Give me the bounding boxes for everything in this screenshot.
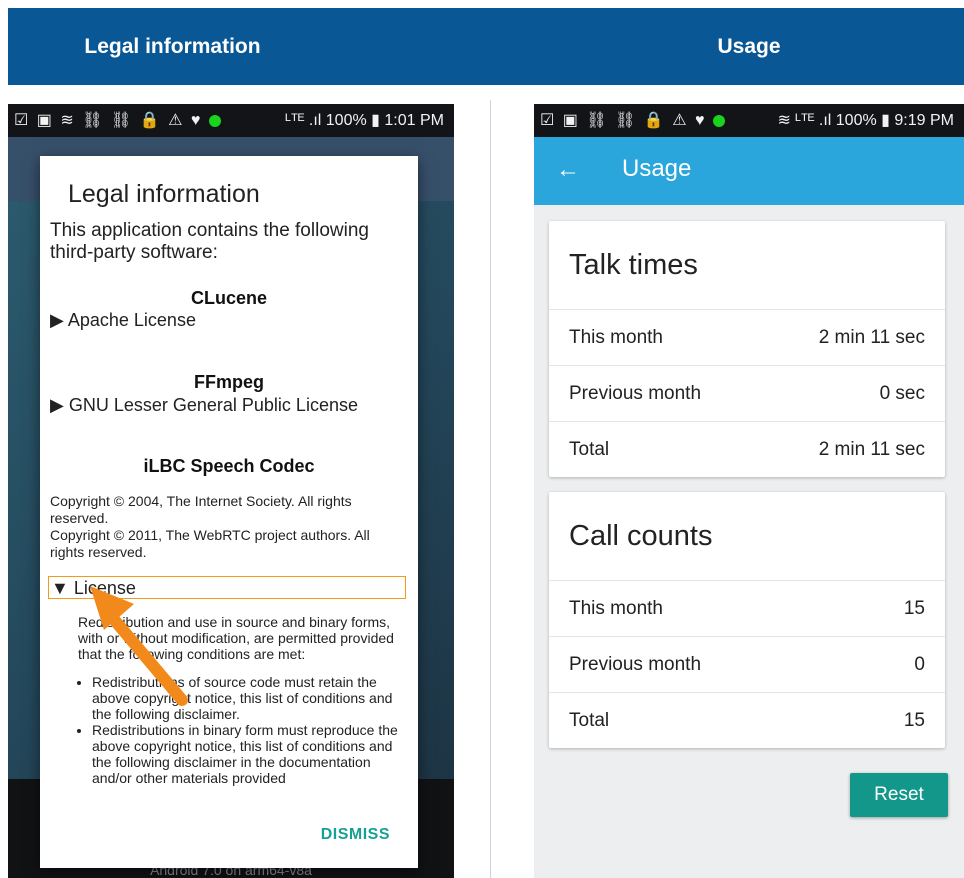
row-label: Total	[569, 439, 610, 460]
notification-icons: ☑ ▣ ⛓ ⛓ 🔒 ⚠ ♥	[540, 104, 725, 137]
row-value: 15	[903, 710, 925, 731]
card-title: Call counts	[569, 520, 713, 552]
library-name-clucene: CLucene	[190, 288, 268, 308]
talk-row-total: Total 2 min 11 sec	[549, 421, 945, 477]
expand-triangle-icon: ▶	[50, 395, 69, 415]
collapse-triangle-icon: ▼	[51, 578, 74, 598]
notification-icons: ☑ ▣ ≋ ⛓ ⛓ 🔒 ⚠ ♥	[14, 104, 221, 137]
license-toggle-apache[interactable]: ▶ Apache License	[50, 310, 196, 331]
battery-icon: ▮	[371, 112, 380, 129]
status-bar: ☑ ▣ ⛓ ⛓ 🔒 ⚠ ♥ ≋ ᴸᵀᴱ .ıl 100% ▮ 9:19 PM	[534, 104, 964, 137]
row-label: Total	[569, 710, 610, 731]
expand-triangle-icon: ▶	[50, 310, 68, 330]
row-value: 2 min 11 sec	[818, 439, 925, 460]
copyright-text-2: Copyright © 2011, The WebRTC project aut…	[50, 527, 370, 560]
talk-row-previous-month: Previous month 0 sec	[549, 365, 945, 421]
row-label: Previous month	[569, 654, 702, 675]
status-icons: ☑ ▣ ≋ ⛓ ⛓ 🔒 ⚠ ♥	[14, 112, 203, 129]
row-value: 2 min 11 sec	[818, 327, 925, 348]
row-value: 0 sec	[879, 383, 925, 404]
arrow-left-icon[interactable]: ←	[556, 156, 580, 184]
dialog-intro: This application contains the following …	[50, 220, 369, 263]
battery-level: 100%	[835, 112, 877, 129]
library-name-ffmpeg: FFmpeg	[194, 372, 264, 392]
row-value: 0	[914, 654, 925, 675]
row-label: Previous month	[569, 383, 702, 404]
count-row-this-month: This month 15	[549, 580, 945, 636]
license-condition-item: Redistributions in binary form must repr…	[92, 722, 408, 786]
dialog-title: Legal information	[68, 180, 260, 208]
license-toggle-lgpl[interactable]: ▶ GNU Lesser General Public License	[50, 395, 358, 416]
row-value: 15	[903, 598, 925, 619]
phone-left-screenshot: ☑ ▣ ≋ ⛓ ⛓ 🔒 ⚠ ♥ ᴸᵀᴱ .ıl 100% ▮ 1:01 PM A…	[8, 104, 454, 878]
network-icon: ᴸᵀᴱ .ıl	[285, 112, 322, 129]
status-right: ᴸᵀᴱ .ıl 100% ▮ 1:01 PM	[285, 104, 444, 137]
clock: 1:01 PM	[384, 112, 444, 129]
card-title: Talk times	[569, 249, 698, 281]
annotation-arrow-icon	[90, 586, 188, 706]
wifi-icon: ≋	[777, 112, 791, 129]
header-usage-title: Usage	[717, 35, 781, 58]
clock: 9:19 PM	[894, 112, 954, 129]
status-right: ≋ ᴸᵀᴱ .ıl 100% ▮ 9:19 PM	[777, 104, 954, 137]
license-label: GNU Lesser General Public License	[68, 395, 358, 415]
library-name-ilbc: iLBC Speech Codec	[143, 456, 315, 476]
copyright-text-1: Copyright © 2004, The Internet Society. …	[50, 493, 352, 526]
legal-dialog: Legal information This application conta…	[40, 156, 418, 868]
row-label: This month	[569, 327, 663, 348]
app-bar: ← Usage	[534, 137, 964, 205]
reset-button[interactable]: Reset	[850, 773, 948, 817]
panel-divider	[490, 100, 491, 878]
app-bar-title: Usage	[622, 155, 692, 182]
header-legal-title: Legal information	[84, 35, 261, 58]
row-label: This month	[569, 598, 663, 619]
green-dot-icon	[208, 114, 221, 127]
phone-right-screenshot: ☑ ▣ ⛓ ⛓ 🔒 ⚠ ♥ ≋ ᴸᵀᴱ .ıl 100% ▮ 9:19 PM ←…	[534, 104, 964, 878]
network-icon: ᴸᵀᴱ .ıl	[795, 112, 832, 129]
call-counts-card: Call counts This month 15 Previous month…	[549, 492, 945, 748]
battery-icon: ▮	[881, 112, 890, 129]
battery-level: 100%	[325, 112, 367, 129]
talk-times-card: Talk times This month 2 min 11 sec Previ…	[549, 221, 945, 477]
status-icons: ☑ ▣ ⛓ ⛓ 🔒 ⚠ ♥	[540, 112, 707, 129]
count-row-total: Total 15	[549, 692, 945, 748]
license-label: Apache License	[67, 310, 196, 330]
count-row-previous-month: Previous month 0	[549, 636, 945, 692]
talk-row-this-month: This month 2 min 11 sec	[549, 309, 945, 365]
dismiss-button[interactable]: DISMISS	[321, 826, 390, 844]
status-bar: ☑ ▣ ≋ ⛓ ⛓ 🔒 ⚠ ♥ ᴸᵀᴱ .ıl 100% ▮ 1:01 PM	[8, 104, 454, 137]
header-bar: Legal information Usage	[8, 8, 964, 85]
green-dot-icon	[712, 114, 725, 127]
